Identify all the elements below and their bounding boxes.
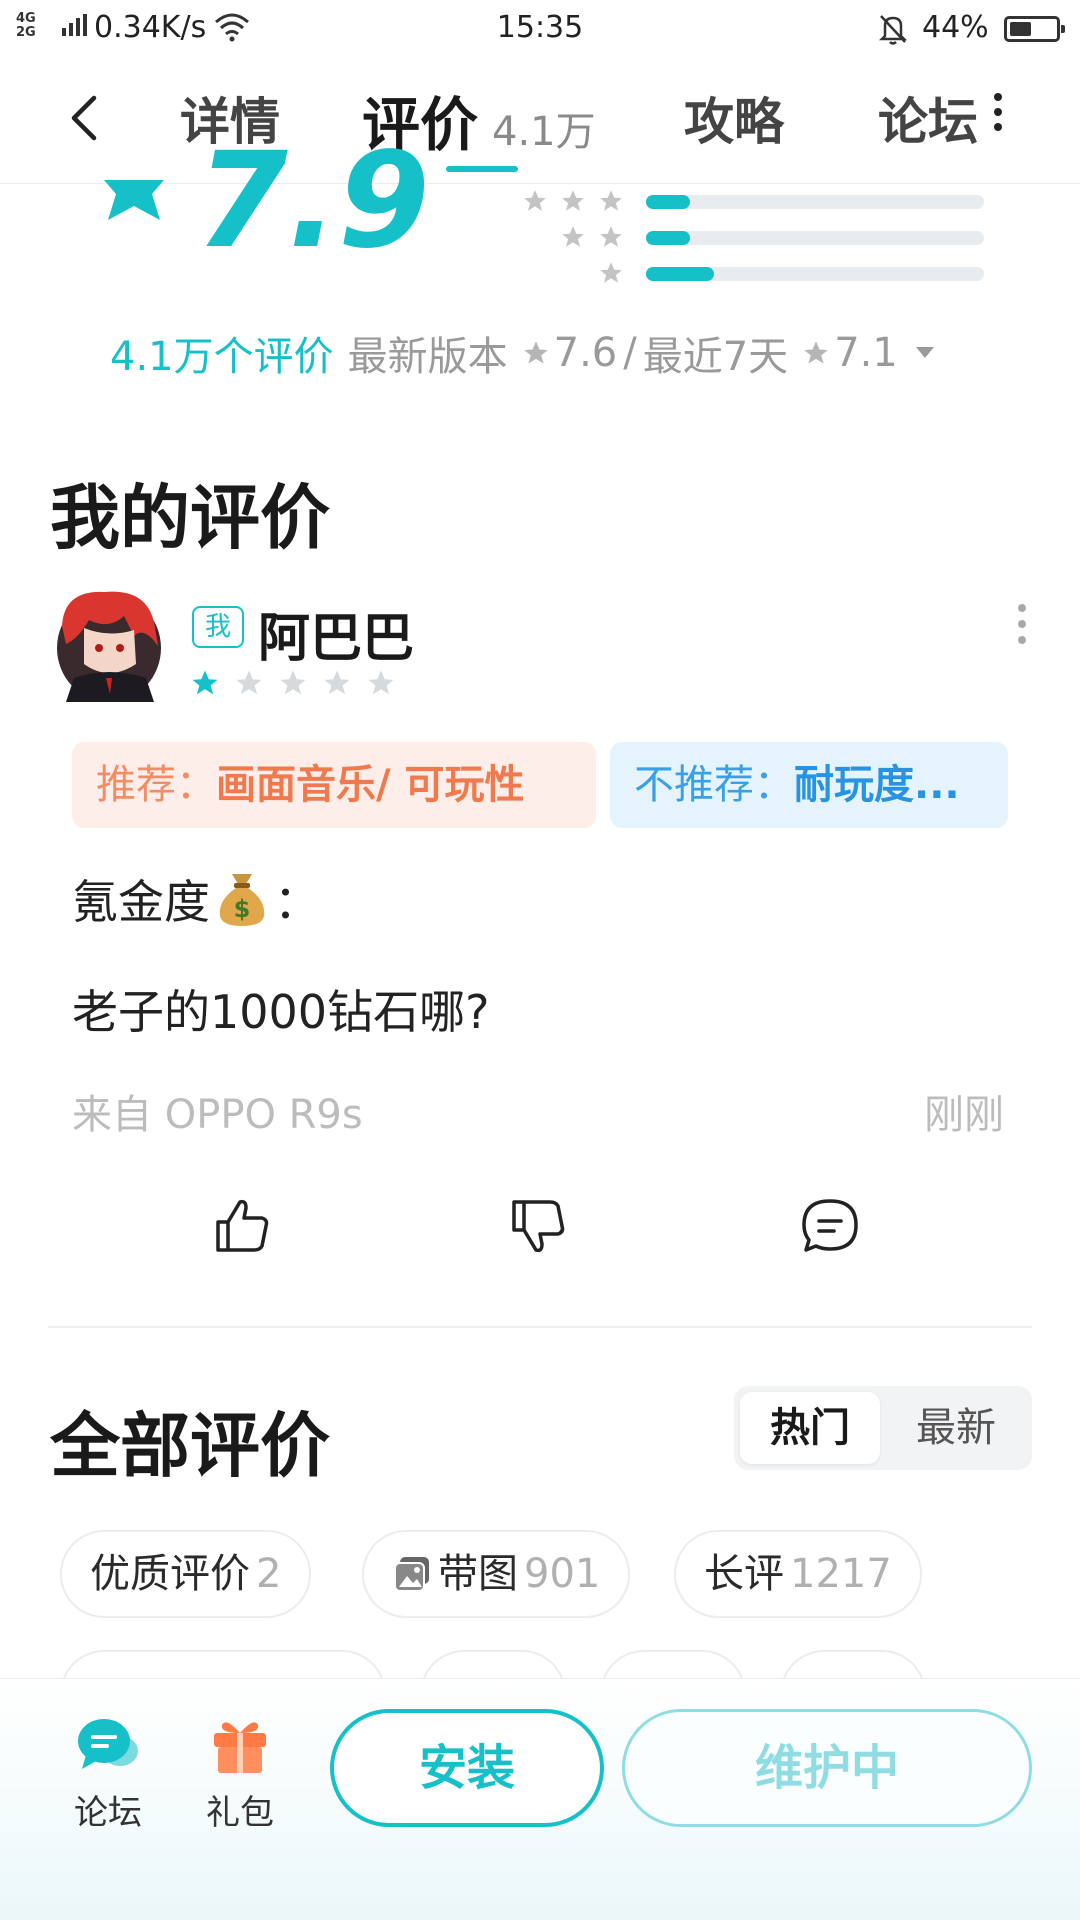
clock: 15:35 [496, 10, 584, 45]
sort-toggle: 热门 最新 [734, 1386, 1032, 1470]
review-line-1-suffix: ： [274, 875, 320, 929]
star-icon [524, 190, 546, 211]
avatar[interactable] [54, 586, 164, 706]
money-bag-icon: $ [219, 874, 265, 926]
gift-icon [214, 1722, 266, 1773]
user-star-rating [190, 668, 396, 698]
filter-chip-long[interactable]: 长评 1217 [674, 1530, 922, 1618]
star-icon [600, 190, 622, 211]
tab-guides[interactable]: 攻略 [684, 82, 784, 154]
filter-chip-images[interactable]: 带图 901 [362, 1530, 631, 1618]
active-tab-indicator [446, 166, 518, 172]
latest-version-score: 7.6 [553, 330, 618, 376]
rating-summary: 7.9 4.1万个评价 最新版本 7.6 / 最近7天 7.1 [0, 124, 1080, 384]
chip-count: 901 [524, 1551, 601, 1597]
rating-bar-track [646, 195, 984, 209]
gift-label: 礼包 [206, 1793, 274, 1833]
recent-score: 7.1 [834, 330, 898, 376]
not-recommend-label: 不推荐： [634, 762, 794, 808]
stars-1-icon [598, 260, 624, 286]
separator: / [623, 330, 637, 376]
dropdown-caret-icon [915, 347, 934, 358]
star-empty-icon [280, 670, 306, 695]
app-review-page: 4G 2G 0.34K/s 15:35 44% 详情 评价 4.1万 攻略 论坛… [0, 0, 1080, 1920]
review-count: 4.1万个评价 [110, 334, 334, 380]
review-line-1-text: 氪金度 [72, 875, 210, 929]
thumbs-down-icon[interactable] [508, 1196, 568, 1256]
rating-row-2 [514, 224, 984, 247]
star-icon [804, 341, 828, 364]
tab-forum[interactable]: 论坛 [878, 82, 978, 154]
latest-version-label: 最新版本 [347, 334, 508, 380]
rating-bar-track [646, 267, 984, 281]
recent-label: 最近7天 [642, 334, 789, 380]
filter-chip-quality[interactable]: 优质评价 2 [60, 1530, 312, 1618]
rating-bar-fill [646, 231, 690, 245]
recommend-value: 画面音乐/ 可玩性 [216, 762, 525, 808]
star-icon [600, 226, 622, 247]
forum-label: 论坛 [74, 1793, 142, 1833]
review-more-icon[interactable] [1016, 604, 1028, 644]
battery-icon [1004, 16, 1065, 42]
star-icon [600, 262, 622, 283]
score-star-icon [104, 180, 164, 220]
star-icon [562, 190, 584, 211]
bottom-action-bar: 论坛 礼包 安装 维护中 [0, 1678, 1080, 1920]
review-time: 刚刚 [924, 1092, 1004, 1138]
rating-row-1 [514, 260, 984, 283]
back-arrow-icon[interactable] [60, 88, 110, 148]
rating-row-3 [514, 188, 984, 211]
chip-label: 长评 [704, 1551, 784, 1597]
battery-percent: 44% [922, 10, 989, 45]
me-badge: 我 [192, 606, 244, 648]
rating-bar-track [646, 231, 984, 245]
review-line-2: 老子的1000钻石哪? [72, 985, 490, 1039]
review-line-1: 氪金度 $ ： [72, 866, 320, 932]
rating-bar-fill [646, 267, 714, 281]
rating-stats[interactable]: 4.1万个评价 最新版本 7.6 / 最近7天 7.1 [110, 324, 934, 382]
svg-text:$: $ [234, 895, 251, 923]
maintenance-button[interactable]: 维护中 [622, 1709, 1032, 1827]
star-filled-icon [192, 670, 218, 695]
chip-count: 1217 [790, 1551, 892, 1597]
chip-label: 优质评价 [90, 1551, 250, 1597]
forum-chat-icon [78, 1719, 138, 1769]
chip-count: 2 [256, 1551, 282, 1597]
sort-latest-button[interactable]: 最新 [886, 1392, 1026, 1464]
bell-muted-icon [878, 15, 908, 45]
image-icon [394, 1557, 429, 1592]
chip-label: 带图 [438, 1551, 518, 1597]
thumbs-up-icon[interactable] [212, 1196, 272, 1256]
review-source: 来自 OPPO R9s [72, 1092, 363, 1138]
sort-hot-button[interactable]: 热门 [740, 1392, 880, 1464]
gift-shortcut[interactable]: 礼包 [190, 1715, 290, 1834]
recommend-label: 推荐： [96, 762, 216, 808]
forum-shortcut[interactable]: 论坛 [58, 1715, 158, 1834]
recommend-tag: 推荐：画面音乐/ 可玩性 [72, 742, 596, 828]
section-divider [48, 1326, 1032, 1328]
star-empty-icon [236, 670, 262, 695]
not-recommend-tag[interactable]: 不推荐：耐玩度... [610, 742, 1008, 828]
tab-header: 详情 评价 4.1万 攻略 论坛 [0, 58, 1080, 184]
rating-bar-fill [646, 195, 690, 209]
comment-icon[interactable] [800, 1196, 860, 1256]
overall-score: 7.9 [196, 124, 430, 278]
status-bar: 4G 2G 0.34K/s 15:35 44% [0, 0, 1080, 58]
username[interactable]: 阿巴巴 [258, 596, 414, 671]
star-icon [523, 341, 548, 364]
tab-reviews-count: 4.1万 [492, 109, 596, 155]
my-review-title: 我的评价 [50, 477, 330, 559]
star-empty-icon [324, 670, 350, 695]
star-empty-icon [368, 670, 394, 695]
all-reviews-title: 全部评价 [50, 1405, 330, 1487]
star-icon [562, 226, 584, 247]
more-options-icon[interactable] [990, 88, 1006, 138]
install-button[interactable]: 安装 [330, 1709, 604, 1827]
not-recommend-value: 耐玩度... [794, 762, 960, 808]
stars-2-icon [560, 224, 624, 250]
stars-3-icon [522, 188, 624, 214]
